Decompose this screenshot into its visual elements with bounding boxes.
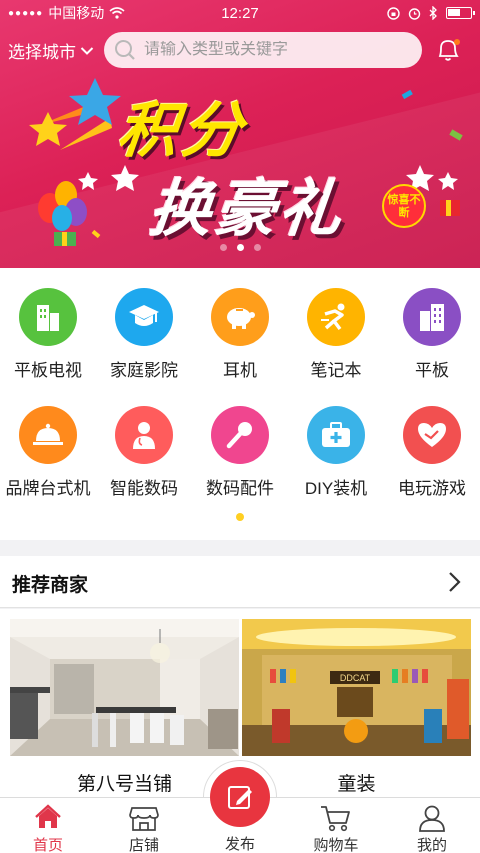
tab-home[interactable]: 首页	[0, 798, 96, 853]
user-icon	[419, 805, 445, 832]
category-item[interactable]: 平板	[384, 268, 480, 380]
category-label: 智能数码	[110, 479, 178, 498]
tab-publish-label: 发布	[224, 836, 255, 853]
category-item[interactable]: 智能数码	[96, 386, 192, 498]
graduation-cap-icon	[115, 288, 173, 346]
banner-badge: 惊喜不断	[382, 184, 426, 228]
tab-home-label: 首页	[32, 837, 63, 853]
tab-shop-label: 店铺	[128, 837, 159, 853]
edit-icon	[228, 786, 252, 809]
shop-image-kids-clothing[interactable]: DDCAT	[242, 619, 471, 756]
home-icon	[35, 804, 61, 828]
doctor-icon	[115, 406, 173, 464]
banner-headline-line1: 积分	[113, 96, 250, 166]
category-label: 平板	[415, 361, 449, 380]
category-label: 电玩游戏	[398, 479, 466, 498]
shop-card[interactable]: DDCAT 童装	[242, 619, 471, 799]
store-sign-text: DDCAT	[340, 673, 371, 683]
category-label: DIY装机	[304, 479, 368, 498]
piggy-bank-icon	[211, 288, 269, 346]
tab-cart[interactable]: 购物车	[288, 798, 384, 853]
tab-mine-label: 我的	[416, 837, 447, 853]
tab-mine[interactable]: 我的	[384, 798, 480, 853]
category-row-2: 品牌台式机 智能数码 数码配件 DIY装机 电玩游戏	[0, 386, 480, 498]
publish-button[interactable]	[210, 767, 270, 827]
cart-icon	[321, 806, 350, 832]
section-title: 推荐商家	[12, 575, 89, 596]
microphone-icon	[211, 406, 269, 464]
category-label: 家庭影院	[110, 361, 178, 380]
building-icon	[19, 288, 77, 346]
food-cloche-icon	[19, 406, 77, 464]
shop-card[interactable]: 第八号当铺	[10, 619, 239, 799]
category-pager-dot[interactable]	[236, 513, 244, 521]
recommend-header[interactable]: 推荐商家	[0, 556, 480, 608]
tab-shop[interactable]: 店铺	[96, 798, 192, 853]
shop-icon	[129, 807, 159, 831]
category-item[interactable]: 平板电视	[0, 268, 96, 380]
header-banner: ●●●●● 中国移动 12:27 选择城市 请输入类型或关键字 积分 换豪礼 惊…	[0, 0, 480, 268]
banner-pager-dot-active[interactable]	[236, 244, 244, 251]
category-item[interactable]: 家庭影院	[96, 268, 192, 380]
category-item[interactable]: 笔记本	[288, 268, 384, 380]
runner-icon	[307, 288, 365, 346]
first-aid-kit-icon	[307, 406, 365, 464]
category-label: 耳机	[223, 361, 257, 380]
category-row-1: 平板电视 家庭影院 耳机 笔记本 平板	[0, 268, 480, 380]
tab-cart-label: 购物车	[313, 837, 359, 853]
category-item[interactable]: 电玩游戏	[384, 386, 480, 498]
banner-headline-line2: 换豪礼	[145, 172, 349, 245]
category-label: 笔记本	[310, 361, 362, 380]
office-building-icon	[403, 288, 461, 346]
category-item[interactable]: 数码配件	[192, 386, 288, 498]
category-item[interactable]: 耳机	[192, 268, 288, 380]
category-label: 品牌台式机	[5, 479, 91, 498]
heart-hand-icon	[403, 406, 461, 464]
banner-pager-dot[interactable]	[219, 244, 227, 251]
banner-pager-dot[interactable]	[253, 244, 261, 251]
category-label: 数码配件	[206, 479, 274, 498]
category-item[interactable]: DIY装机	[288, 386, 384, 498]
banner-pager[interactable]	[0, 244, 480, 251]
shop-image-dining-room[interactable]	[10, 619, 239, 756]
category-grid: 平板电视 家庭影院 耳机 笔记本 平板 品牌台式机 智能数码 数码配件 DIY装…	[0, 268, 480, 540]
category-item[interactable]: 品牌台式机	[0, 386, 96, 498]
chevron-right-icon	[449, 572, 461, 592]
category-label: 平板电视	[14, 361, 82, 380]
